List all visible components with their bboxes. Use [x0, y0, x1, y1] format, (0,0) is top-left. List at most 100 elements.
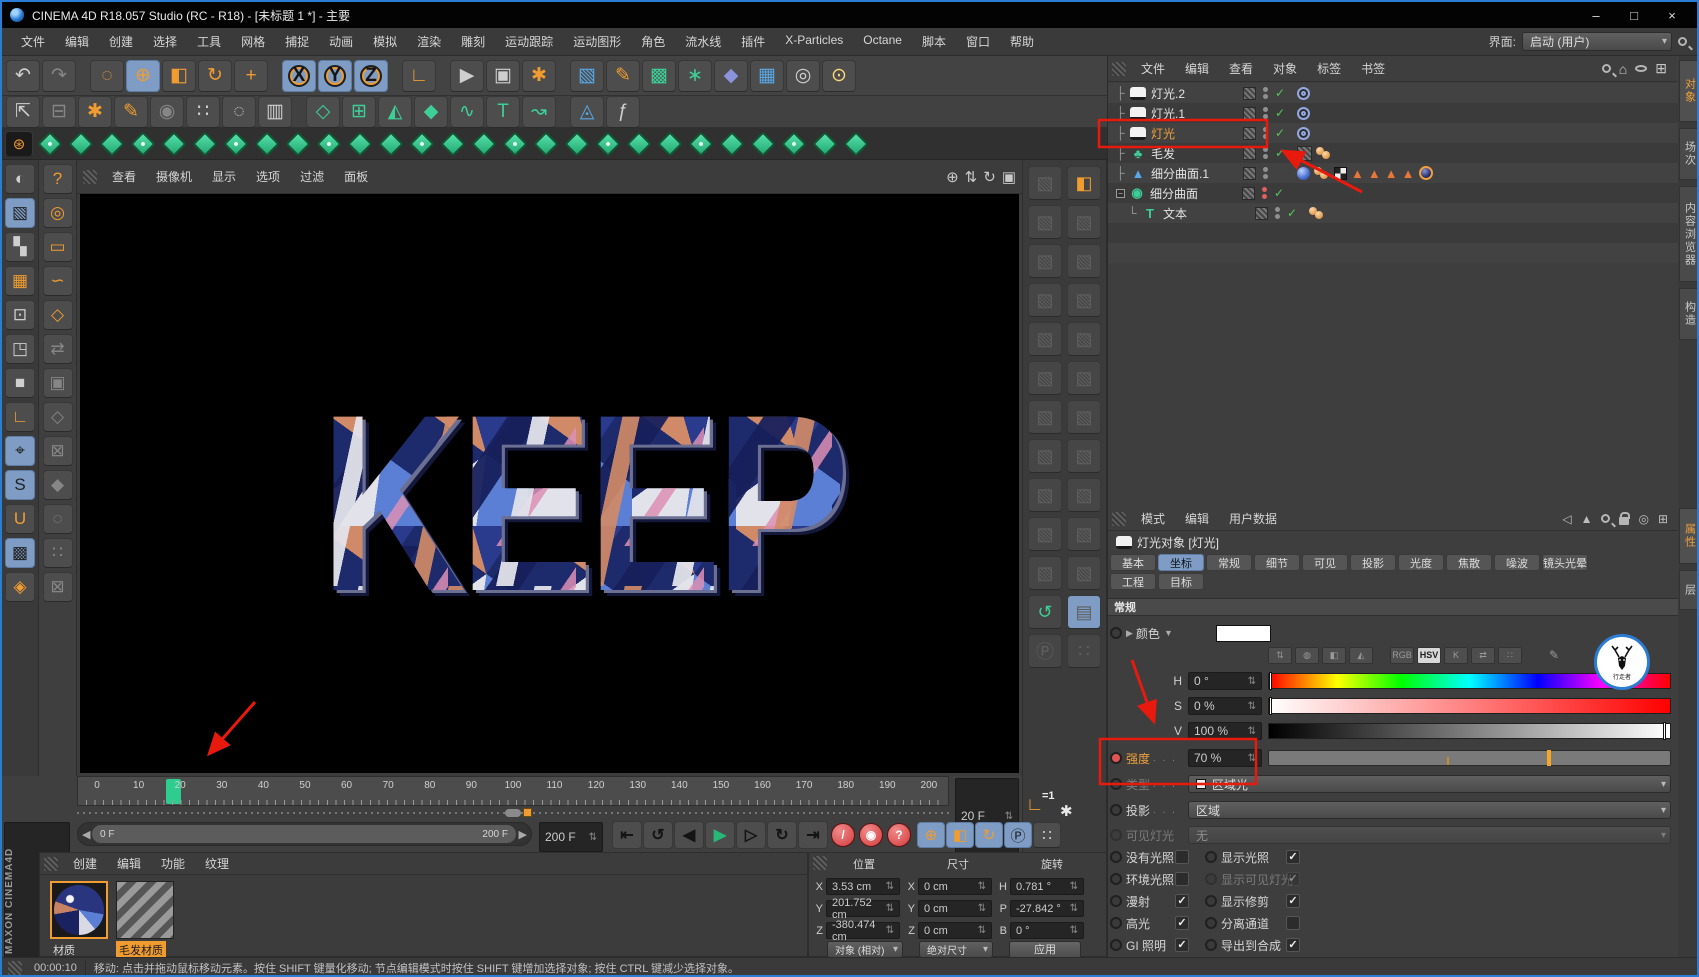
- mograph-tag-icon[interactable]: [812, 131, 837, 156]
- spline-pen-icon[interactable]: ✎: [114, 96, 148, 128]
- mograph-tag-icon[interactable]: [409, 131, 434, 156]
- attribute-tab[interactable]: 目标: [1158, 573, 1204, 590]
- keyframe-circle[interactable]: [1205, 895, 1217, 907]
- timeline-ruler[interactable]: 0102030405060708090100110120130140150160…: [77, 776, 949, 806]
- rect-select-icon[interactable]: ▭: [43, 232, 73, 262]
- selection-tag-icon[interactable]: ▲: [1385, 167, 1398, 180]
- layer-toggle[interactable]: [1242, 187, 1255, 200]
- enabled-check[interactable]: ✓: [1275, 146, 1289, 160]
- viewport-solo-icon[interactable]: ⌖: [5, 436, 35, 466]
- shadow-dropdown[interactable]: 区域: [1188, 801, 1671, 819]
- search-icon[interactable]: [1678, 37, 1687, 46]
- maximize-button[interactable]: □: [1617, 8, 1651, 23]
- viewport-menu-item[interactable]: 面板: [335, 165, 377, 188]
- material-menu-item[interactable]: 纹理: [196, 852, 238, 875]
- palette-tool-icon[interactable]: ▧: [1028, 205, 1062, 239]
- attribute-tab[interactable]: 坐标: [1158, 554, 1204, 571]
- tab-layers[interactable]: 层: [1679, 570, 1699, 610]
- color-wheel-icon[interactable]: ◍: [1295, 647, 1319, 664]
- mograph-tag-icon[interactable]: [254, 131, 279, 156]
- visibility-dots[interactable]: [1263, 167, 1268, 179]
- tab-objects[interactable]: 对象: [1679, 60, 1699, 122]
- palette-tool-icon[interactable]: ▧: [1067, 244, 1101, 278]
- object-row-light1[interactable]: ├ 灯光.1 ✓: [1108, 103, 1678, 123]
- scale-tool-icon[interactable]: ◧: [162, 60, 196, 92]
- attribute-tab[interactable]: 镜头光晕: [1542, 554, 1588, 571]
- palette-tool-icon[interactable]: ▧: [1028, 478, 1062, 512]
- rotation-b-field[interactable]: 0 °⇅: [1010, 922, 1084, 939]
- mograph-tag-icon[interactable]: [843, 131, 868, 156]
- object-row-text[interactable]: └T 文本 ✓: [1108, 203, 1678, 223]
- mograph-tag-icon[interactable]: [657, 131, 682, 156]
- panel-grip[interactable]: [83, 170, 97, 184]
- spectrum-icon[interactable]: ◧: [1322, 647, 1346, 664]
- viewport-canvas[interactable]: KEEP KEEP KEEP: [80, 194, 1019, 773]
- previous-frame-button[interactable]: ◀: [674, 821, 704, 849]
- brush-icon[interactable]: ◌: [43, 504, 73, 534]
- keyframe-circle[interactable]: [1205, 917, 1217, 929]
- palette-tool-icon[interactable]: ▧: [1067, 283, 1101, 317]
- visibility-dots[interactable]: [1275, 207, 1280, 219]
- attribute-tab[interactable]: 焦散: [1446, 554, 1492, 571]
- magnet-tool-icon[interactable]: ∷: [43, 538, 73, 568]
- mograph-tag-icon[interactable]: [719, 131, 744, 156]
- help-icon[interactable]: ?: [43, 164, 73, 194]
- mograph-tag-icon[interactable]: [595, 131, 620, 156]
- menu-item[interactable]: 创建: [100, 30, 142, 53]
- value-field[interactable]: 100 %⇅: [1188, 722, 1262, 740]
- enabled-check[interactable]: ✓: [1287, 206, 1301, 220]
- position-z-field[interactable]: -380.474 cm⇅: [826, 922, 900, 939]
- keyframe-circle[interactable]: [1205, 939, 1217, 951]
- array-icon[interactable]: ⊞: [342, 96, 376, 128]
- hair-material-swatch[interactable]: [116, 881, 174, 939]
- material-swatch-selected[interactable]: [50, 881, 108, 939]
- workplane-icon[interactable]: ▦: [5, 266, 35, 296]
- mograph-tag-icon[interactable]: [626, 131, 651, 156]
- bevel-icon[interactable]: ◇: [43, 402, 73, 432]
- mograph-tag-icon[interactable]: [130, 131, 155, 156]
- menu-item[interactable]: 脚本: [913, 30, 955, 53]
- mograph-tag-icon[interactable]: [99, 131, 124, 156]
- visibility-dots[interactable]: [1263, 127, 1268, 139]
- light-tag-icon[interactable]: [1297, 87, 1310, 100]
- end-frame-field[interactable]: 200 F⇅: [539, 822, 603, 852]
- tab-attributes[interactable]: 属性: [1679, 508, 1699, 564]
- menu-item[interactable]: 窗口: [957, 30, 999, 53]
- record-rotation-toggle[interactable]: ↻: [975, 822, 1003, 848]
- enabled-check[interactable]: ✓: [1275, 86, 1289, 100]
- trail-icon[interactable]: ∿: [450, 96, 484, 128]
- add-mograph-icon[interactable]: ∗: [678, 60, 712, 92]
- mixer-icon[interactable]: ⇄: [1471, 647, 1495, 664]
- palette-tool-icon[interactable]: ▧: [1067, 400, 1101, 434]
- attribute-menu-item[interactable]: 编辑: [1176, 507, 1218, 530]
- viewport-toggle-icon[interactable]: ▣: [1002, 168, 1016, 186]
- rotate-tool-icon[interactable]: ↻: [198, 60, 232, 92]
- palette-tool-icon[interactable]: ▧: [1067, 556, 1101, 590]
- add-deformer-icon[interactable]: ◆: [714, 60, 748, 92]
- pla-icon[interactable]: ∷: [1067, 634, 1101, 668]
- size-y-field[interactable]: 0 cm⇅: [918, 900, 992, 917]
- position-y-field[interactable]: 201.752 cm⇅: [826, 900, 900, 917]
- material-tag-icon[interactable]: [1419, 166, 1433, 180]
- interface-dropdown[interactable]: 启动 (用户): [1522, 32, 1672, 51]
- attribute-tab[interactable]: 常规: [1206, 554, 1252, 571]
- attribute-tab[interactable]: 光度: [1398, 554, 1444, 571]
- attribute-tab[interactable]: 噪波: [1494, 554, 1540, 571]
- add-camera-icon[interactable]: ◎: [786, 60, 820, 92]
- keyframe-selection-icon[interactable]: S: [5, 470, 35, 500]
- menu-item[interactable]: 插件: [732, 30, 774, 53]
- object-row-light2[interactable]: ├ 灯光.2 ✓: [1108, 83, 1678, 103]
- light-type-dropdown[interactable]: 区域光: [1188, 775, 1671, 793]
- history-back-icon[interactable]: ◁: [1562, 512, 1571, 526]
- value-gradient[interactable]: [1268, 723, 1671, 739]
- workplane-rotate-icon[interactable]: ◈: [5, 572, 35, 602]
- fx-icon[interactable]: ƒ: [606, 96, 640, 128]
- add-generator-icon[interactable]: ▩: [642, 60, 676, 92]
- mograph-tag-icon[interactable]: [192, 131, 217, 156]
- render-picture-viewer-icon[interactable]: ▣: [486, 60, 520, 92]
- add-cube-icon[interactable]: ▧: [570, 60, 604, 92]
- mograph-tag-icon[interactable]: [564, 131, 589, 156]
- render-view-icon[interactable]: ▶: [450, 60, 484, 92]
- menu-item[interactable]: Octane: [854, 30, 911, 53]
- mograph-tag-icon[interactable]: [750, 131, 775, 156]
